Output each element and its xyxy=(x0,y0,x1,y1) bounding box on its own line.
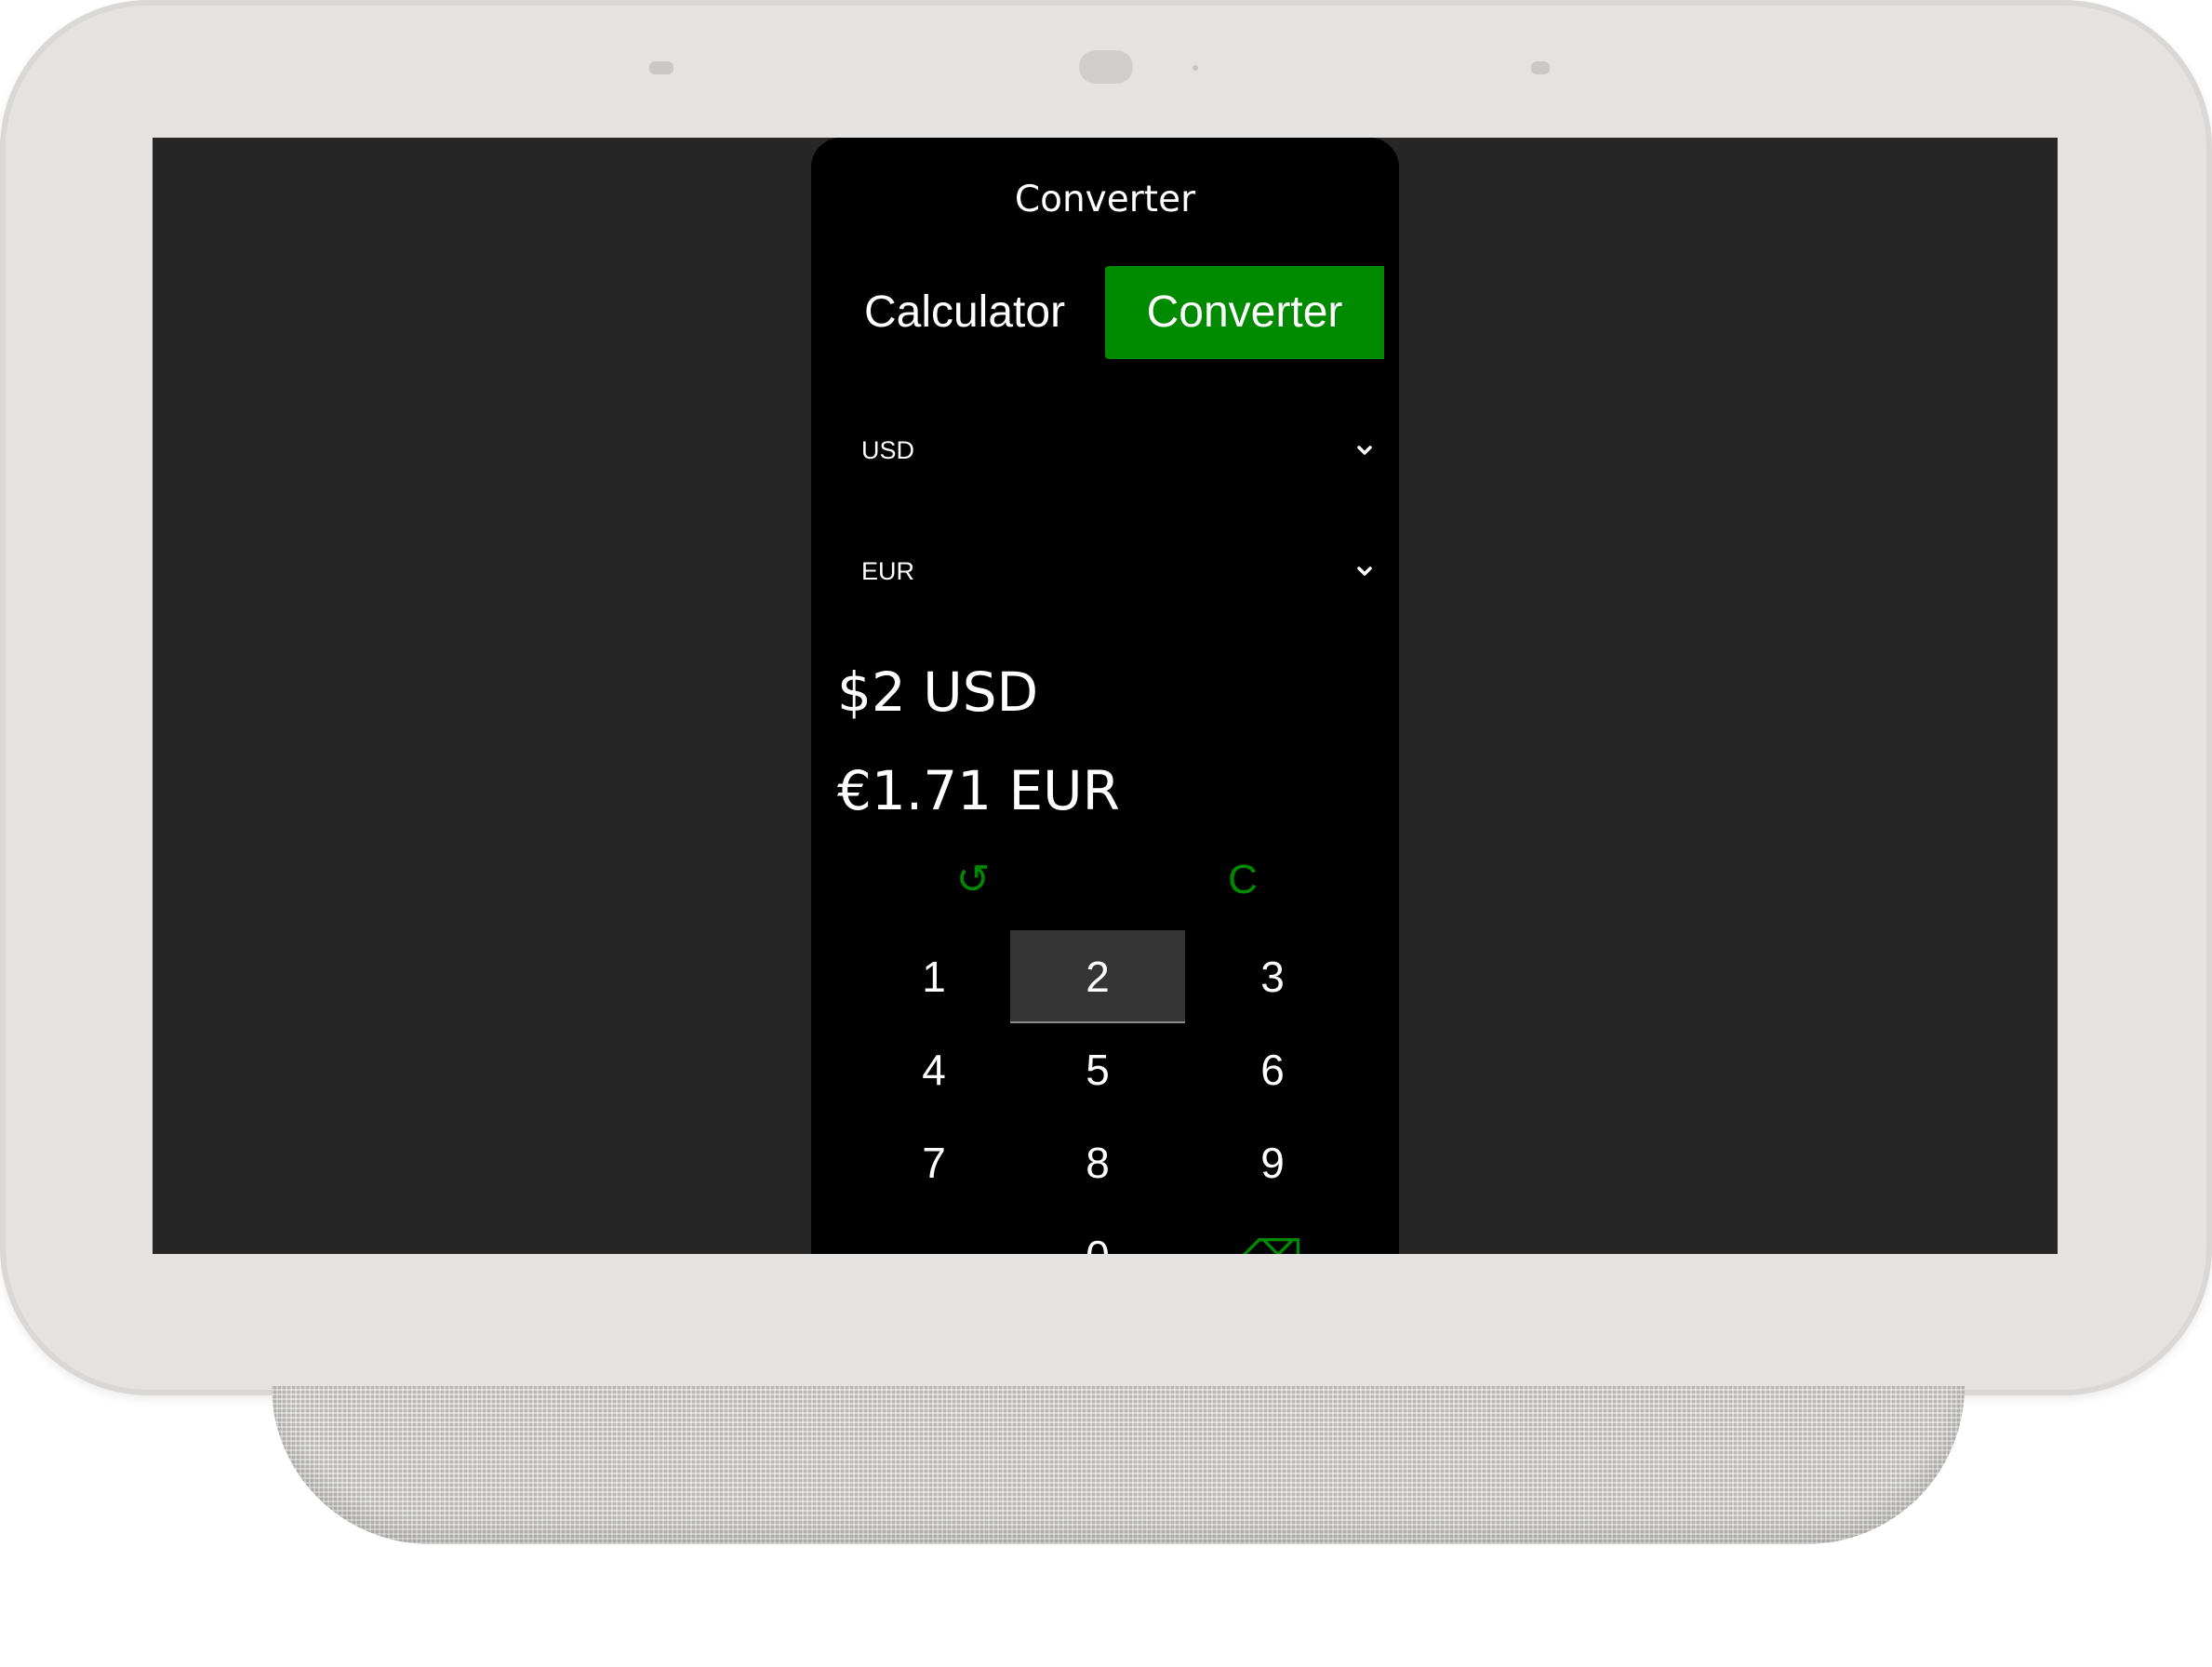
chevron-down-icon xyxy=(1351,543,1379,599)
converter-app: Converter Calculator Converter USD EUR $… xyxy=(811,138,1399,1254)
chevron-down-icon xyxy=(1351,422,1379,478)
key-8[interactable]: 8 xyxy=(1010,1116,1185,1209)
tab-converter[interactable]: Converter xyxy=(1105,266,1384,359)
key-7[interactable]: 7 xyxy=(846,1116,1021,1209)
key-4[interactable]: 4 xyxy=(846,1023,1021,1116)
from-currency-value: USD xyxy=(861,436,915,464)
key-5[interactable]: 5 xyxy=(1010,1023,1185,1116)
key-9[interactable]: 9 xyxy=(1185,1116,1360,1209)
key-2[interactable]: 2 xyxy=(1010,930,1185,1023)
camera-indicator xyxy=(1193,65,1198,71)
backspace-button[interactable]: ⌫ xyxy=(1185,1209,1360,1254)
tab-calculator[interactable]: Calculator xyxy=(848,266,1081,359)
page-title: Converter xyxy=(1014,179,1196,220)
key-6[interactable]: 6 xyxy=(1185,1023,1360,1116)
from-amount-display: $2 USD xyxy=(837,660,1039,724)
to-currency-select[interactable]: EUR xyxy=(861,543,1379,599)
fabric-speaker-base xyxy=(272,1386,1965,1544)
swap-icon: ↺ xyxy=(955,857,991,902)
camera-icon xyxy=(1079,50,1133,84)
to-amount-display: €1.71 EUR xyxy=(837,759,1120,822)
key-1[interactable]: 1 xyxy=(846,930,1021,1023)
key-0[interactable]: 0 xyxy=(1010,1209,1185,1254)
ambient-sensor-left xyxy=(649,61,673,74)
ambient-sensor-right xyxy=(1531,61,1550,74)
from-currency-select[interactable]: USD xyxy=(861,422,1379,478)
smart-display-device: Converter Calculator Converter USD EUR $… xyxy=(0,0,2212,1395)
clear-button[interactable]: C xyxy=(1206,852,1280,908)
device-screen: Converter Calculator Converter USD EUR $… xyxy=(153,138,2058,1254)
to-currency-value: EUR xyxy=(861,557,915,585)
swap-button[interactable]: ↺ xyxy=(936,852,1010,908)
backspace-icon: ⌫ xyxy=(1242,1232,1302,1254)
key-3[interactable]: 3 xyxy=(1185,930,1360,1023)
